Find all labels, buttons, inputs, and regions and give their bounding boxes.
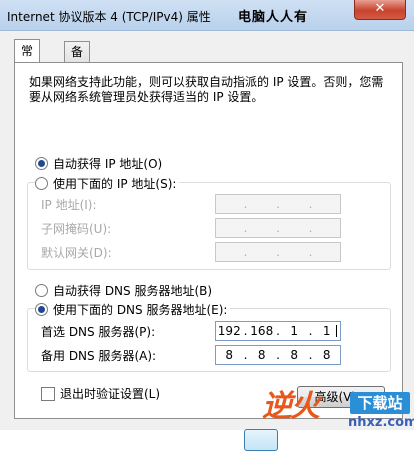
ip-auto-option[interactable]: 自动获得 IP 地址(O) xyxy=(35,155,166,172)
window-title: Internet 协议版本 4 (TCP/IPv4) 属性 xyxy=(7,10,211,24)
preferred-dns-octet-2: 168 xyxy=(250,324,274,338)
alternate-dns-octet-3: 8 xyxy=(290,348,299,362)
preferred-dns-input[interactable]: 192. 168. 1. 1 xyxy=(215,321,341,341)
ok-button[interactable] xyxy=(244,429,278,451)
preferred-dns-octet-3: 1 xyxy=(290,324,299,338)
alternate-dns-octet-1: 8 xyxy=(225,348,234,362)
ip-auto-label: 自动获得 IP 地址(O) xyxy=(53,157,163,171)
validate-on-exit-label: 退出时验证设置(L) xyxy=(60,387,161,401)
ip-address-label: IP 地址(I): xyxy=(41,198,97,212)
text-cursor xyxy=(336,325,337,337)
alternate-dns-input[interactable]: 8. 8. 8. 8 xyxy=(215,345,341,365)
ip-manual-radio[interactable] xyxy=(35,177,48,190)
subnet-mask-input[interactable]: ... xyxy=(215,218,341,238)
logo-badge: 下载站 xyxy=(350,392,410,414)
default-gateway-input[interactable]: ... xyxy=(215,242,341,262)
dialog-body: 常规 备用配置 如果网络支持此功能，则可以获取自动指派的 IP 设置。否则，您需… xyxy=(0,31,414,451)
ip-manual-option[interactable]: 使用下面的 IP 地址(S): xyxy=(35,175,180,192)
default-gateway-label: 默认网关(D): xyxy=(41,246,112,260)
ip-manual-label: 使用下面的 IP 地址(S): xyxy=(53,177,177,191)
alternate-dns-label: 备用 DNS 服务器(A): xyxy=(41,349,157,363)
tab-general[interactable]: 常规 xyxy=(14,39,41,80)
preferred-dns-octet-1: 192 xyxy=(217,324,241,338)
ip-auto-radio[interactable] xyxy=(35,157,48,170)
dns-manual-label: 使用下面的 DNS 服务器地址(E): xyxy=(53,303,228,317)
subnet-mask-label: 子网掩码(U): xyxy=(41,222,112,236)
tab-alternate-config[interactable]: 备用配置 xyxy=(64,41,91,119)
alternate-dns-octet-2: 8 xyxy=(257,348,266,362)
dns-manual-option[interactable]: 使用下面的 DNS 服务器地址(E): xyxy=(35,301,231,318)
tab-panel-general: 如果网络支持此功能，则可以获取自动指派的 IP 设置。否则，您需要从网络系统管理… xyxy=(14,62,403,419)
validate-on-exit-option[interactable]: 退出时验证设置(L) xyxy=(41,385,164,402)
preferred-dns-label: 首选 DNS 服务器(P): xyxy=(41,325,156,339)
dns-auto-option[interactable]: 自动获得 DNS 服务器地址(B) xyxy=(35,282,216,299)
dns-auto-label: 自动获得 DNS 服务器地址(B) xyxy=(53,284,213,298)
alternate-dns-octet-4: 8 xyxy=(322,348,331,362)
close-button[interactable]: ✕ xyxy=(354,0,406,20)
title-bar: Internet 协议版本 4 (TCP/IPv4) 属性 电脑人人有 ✕ xyxy=(0,0,414,31)
description-text: 如果网络支持此功能，则可以获取自动指派的 IP 设置。否则，您需要从网络系统管理… xyxy=(29,75,384,104)
ip-address-input[interactable]: ... xyxy=(215,194,341,214)
watermark-text: 电脑人人有 xyxy=(238,10,309,25)
logo-url: nhxz.com xyxy=(348,415,414,430)
logo-main-text: 逆火 xyxy=(262,389,320,424)
site-logo: 逆火 下载站 nhxz.com xyxy=(262,375,414,430)
dns-auto-radio[interactable] xyxy=(35,284,48,297)
validate-on-exit-checkbox[interactable] xyxy=(41,386,55,401)
close-icon: ✕ xyxy=(374,1,386,16)
dns-manual-radio[interactable] xyxy=(35,303,48,316)
